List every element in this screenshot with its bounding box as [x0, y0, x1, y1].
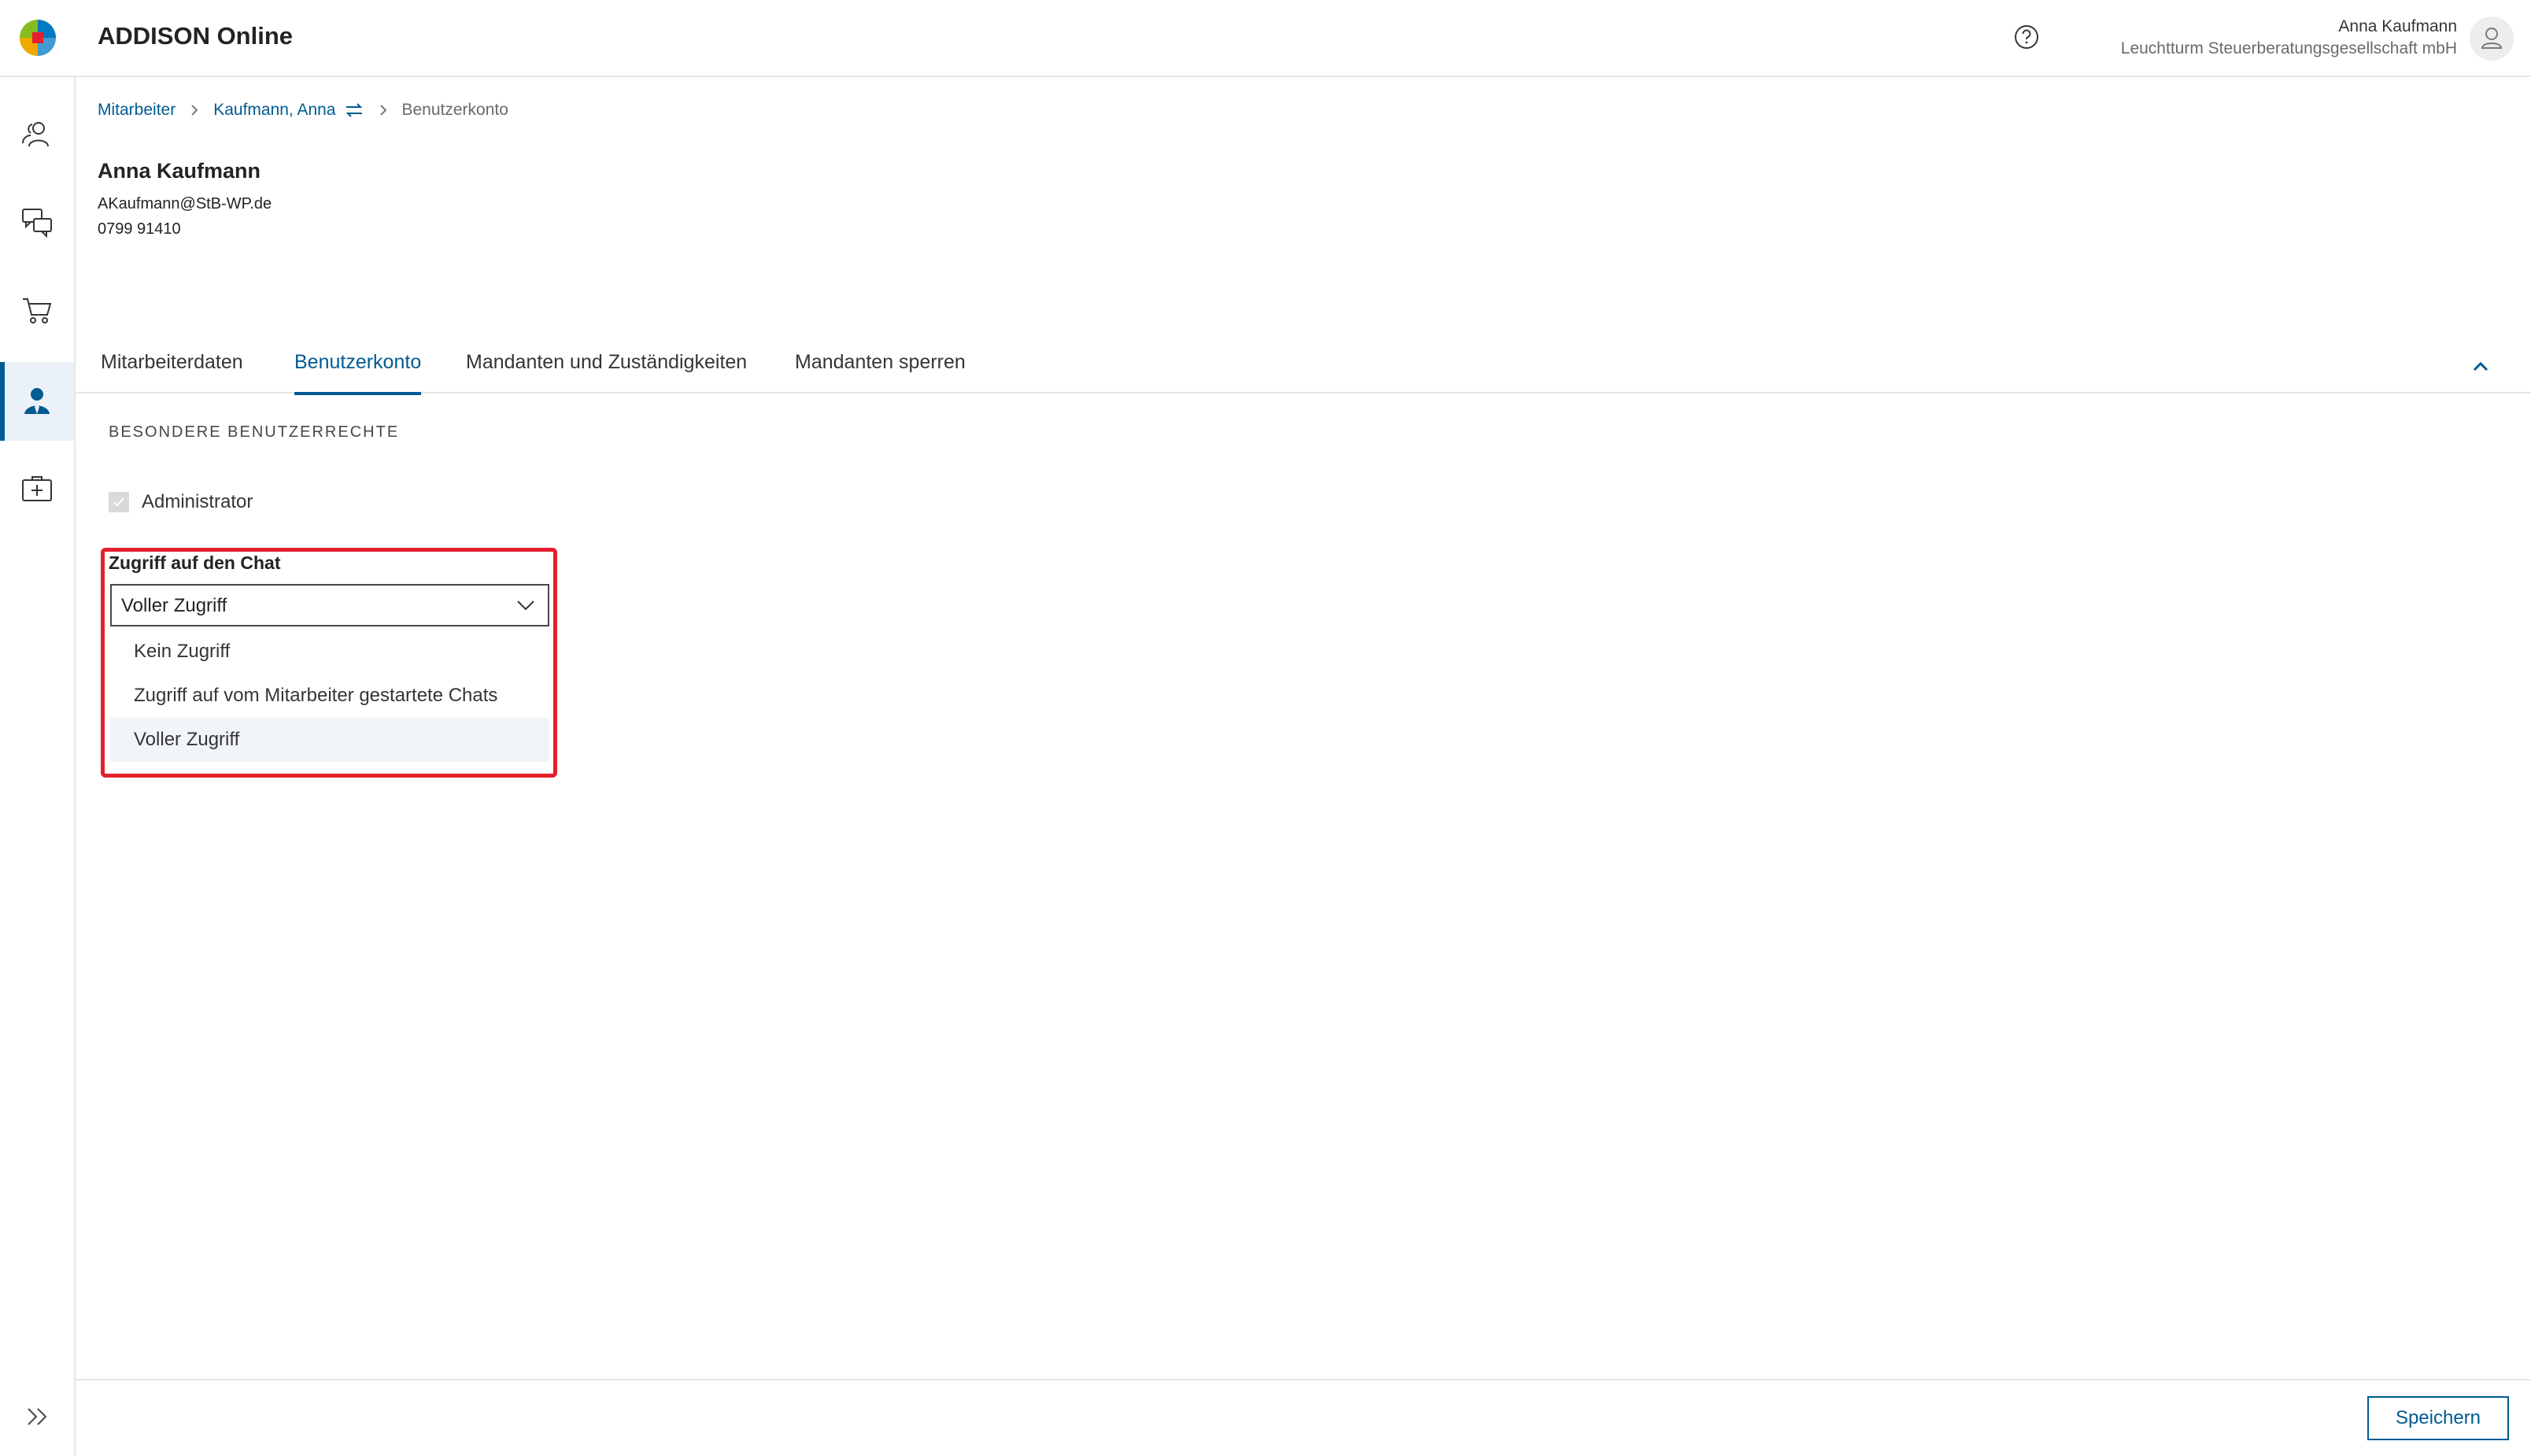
sidebar-item-chat[interactable]: [0, 183, 74, 261]
breadcrumb-item-employees[interactable]: Mitarbeiter: [98, 101, 176, 120]
option-no-access[interactable]: Kein Zugriff: [110, 630, 549, 674]
top-bar: ADDISON Online Anna Kaufmann Leuchtturm …: [0, 0, 2531, 77]
sidebar-item-health[interactable]: [0, 450, 74, 529]
chat-access-dropdown: Kein Zugriff Zugriff auf vom Mitarbeiter…: [110, 626, 549, 765]
chevron-down-icon: [517, 601, 534, 611]
admin-checkbox[interactable]: [109, 492, 129, 512]
medical-case-icon: [22, 476, 52, 501]
employee-email: AKaufmann@StB-WP.de: [98, 195, 272, 212]
chat-access-value: Voller Zugriff: [121, 595, 227, 616]
cart-icon: [23, 298, 52, 323]
admin-checkbox-row: Administrator: [109, 491, 253, 513]
chevron-right-icon: [191, 105, 198, 116]
sidebar-item-shop[interactable]: [0, 271, 74, 349]
breadcrumb-item-employee[interactable]: Kaufmann, Anna: [213, 101, 335, 120]
sidebar: [0, 77, 76, 1456]
option-employee-started-chats[interactable]: Zugriff auf vom Mitarbeiter gestartete C…: [110, 674, 549, 718]
footer-bar: Speichern: [76, 1379, 2531, 1456]
admin-label: Administrator: [142, 491, 253, 512]
help-icon[interactable]: [2013, 24, 2040, 50]
chevron-right-icon: [379, 105, 386, 116]
breadcrumb: Mitarbeiter Kaufmann, Anna Benutzerkonto: [98, 101, 508, 120]
tab-employee-data[interactable]: Mitarbeiterdaten: [101, 351, 243, 392]
avatar[interactable]: [2470, 17, 2514, 61]
employee-phone: 0799 91410: [98, 220, 181, 238]
tab-user-account[interactable]: Benutzerkonto: [294, 351, 422, 395]
save-button[interactable]: Speichern: [2367, 1396, 2509, 1440]
option-full-access[interactable]: Voller Zugriff: [110, 718, 549, 762]
user-company: Leuchtturm Steuerberatungsgesellschaft m…: [2120, 39, 2457, 57]
chat-access-label: Zugriff auf den Chat: [109, 552, 281, 573]
user-name: Anna Kaufmann: [2338, 17, 2457, 35]
check-icon: [113, 497, 124, 507]
wolters-kluwer-logo-icon[interactable]: [19, 19, 57, 57]
swap-icon[interactable]: [344, 102, 364, 119]
sidebar-item-employees[interactable]: [0, 362, 74, 441]
chat-icon: [22, 209, 52, 238]
user-avatar-icon: [2481, 28, 2503, 49]
main-content: Mitarbeiter Kaufmann, Anna Benutzerkonto…: [76, 77, 2531, 1456]
section-title: BESONDERE BENUTZERRECHTE: [109, 423, 400, 441]
sidebar-item-people[interactable]: [0, 96, 74, 175]
employee-name: Anna Kaufmann: [98, 159, 261, 183]
tab-block-clients[interactable]: Mandanten sperren: [795, 351, 966, 392]
chevron-up-icon[interactable]: [2470, 359, 2492, 375]
user-info[interactable]: Anna Kaufmann Leuchtturm Steuerberatungs…: [2121, 16, 2457, 60]
tab-clients-responsibilities[interactable]: Mandanten und Zuständigkeiten: [466, 351, 747, 392]
chat-access-select[interactable]: Voller Zugriff: [110, 584, 549, 626]
people-icon: [22, 122, 49, 147]
user-icon: [24, 388, 50, 414]
breadcrumb-item-current: Benutzerkonto: [401, 101, 508, 119]
tab-bar: Mitarbeiterdaten Benutzerkonto Mandanten…: [76, 343, 2531, 395]
app-title: ADDISON Online: [98, 22, 294, 50]
double-chevron-right-icon[interactable]: [19, 1401, 57, 1432]
